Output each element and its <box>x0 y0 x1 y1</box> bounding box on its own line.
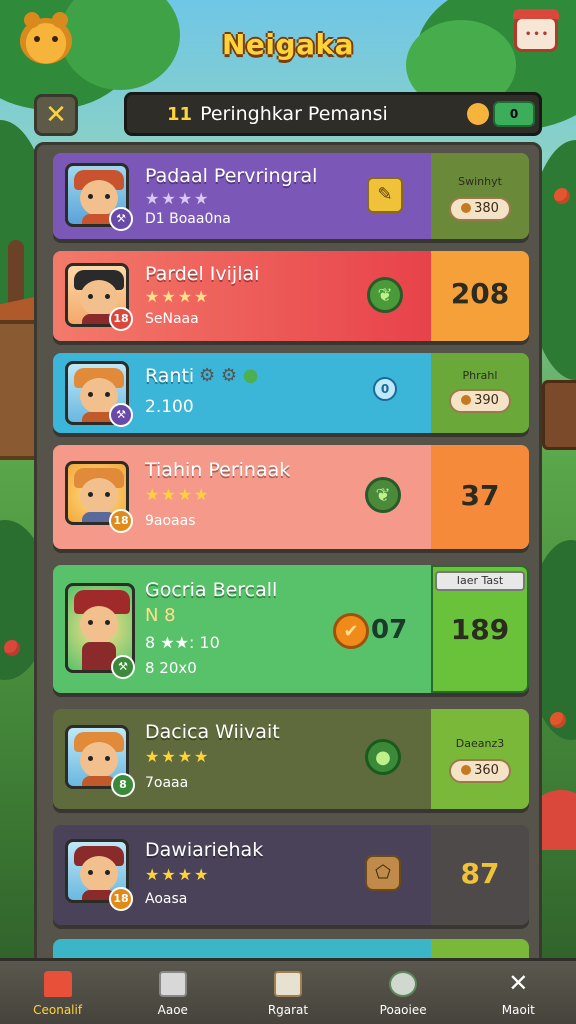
game-title: Neigaka <box>222 28 354 61</box>
player-sub: Aoasa <box>145 891 188 907</box>
score-value: 208 <box>450 277 510 310</box>
player-stars: ★★★★ <box>145 189 211 208</box>
score-value: 37 <box>460 479 500 512</box>
bottom-nav: Ceonalif Aaoe Rgarat Poaoiee ✕ Maoit <box>0 958 576 1024</box>
player-sub: 9aoaas <box>145 513 196 529</box>
coin-icon <box>461 395 472 405</box>
nav-item-clock[interactable]: Poaoiee <box>353 963 453 1023</box>
gear-icons: ⚙ ⚙ ● <box>199 365 259 386</box>
mid-value: 07 <box>371 615 408 645</box>
score-value: 380 <box>474 201 499 216</box>
player-name: Gocria Bercall <box>145 579 278 601</box>
leaf-icon[interactable]: ❦ <box>365 477 401 513</box>
home-icon <box>43 970 72 997</box>
nav-item-home[interactable]: Ceonalif <box>8 963 108 1023</box>
player-row[interactable]: 18 Tiahin Perinaak ★★★★ 9aoaas ❦ 37 <box>53 445 529 549</box>
card-icon <box>273 970 302 997</box>
tools-badge-icon: ⚒ <box>111 655 135 679</box>
score-pill: 380 <box>449 197 511 221</box>
close-icon: ✕ <box>508 968 529 997</box>
player-row[interactable]: ⚒ Padaal Pervringral ★★★★ D1 Boaa0na ✎ S… <box>53 153 529 239</box>
coin-icon <box>461 203 472 213</box>
player-row[interactable]: 8 Dacica Wiivait ★★★★ 7oaaa ● Daeanz3 36… <box>53 709 529 809</box>
level-badge: 18 <box>109 887 133 911</box>
player-row[interactable]: 18 Dawiariehak ★★★★ Aoasa ⬠ 87 <box>53 825 529 925</box>
close-button[interactable]: ✕ <box>34 94 78 136</box>
tools-badge-icon: ⚒ <box>109 207 133 231</box>
search-label: Peringhkar Pemansi <box>200 103 388 125</box>
player-name: Dacica Wiivait <box>145 721 280 743</box>
player-stars: ★★★★ <box>145 747 211 766</box>
player-name: Tiahin Perinaak <box>145 459 291 481</box>
chat-icon[interactable]: ● <box>365 739 401 775</box>
level-badge: 8 <box>111 773 135 797</box>
player-name: Ranti <box>145 365 195 387</box>
score-value: 87 <box>460 857 500 890</box>
level-badge: 18 <box>109 509 133 533</box>
nav-item-camera[interactable]: Aaoe <box>123 963 223 1023</box>
search-prefix: 11 <box>167 103 193 125</box>
info-icon[interactable]: 0 <box>373 377 397 401</box>
player-sub: D1 Boaa0na <box>145 211 231 227</box>
hammer-icon[interactable]: ✎ <box>367 177 403 213</box>
tools-badge-icon: ⚒ <box>109 403 133 427</box>
score-value: 360 <box>474 763 499 778</box>
score-label: Phrahl <box>462 369 498 382</box>
player-sub: 7oaaa <box>145 775 189 791</box>
nav-item-cards[interactable]: Rgarat <box>238 963 338 1023</box>
score-pill: 360 <box>449 759 511 783</box>
player-name: Padaal Pervringral <box>145 165 318 187</box>
player-name: Dawiariehak <box>145 839 264 861</box>
player-row[interactable]: 18 Pardel Ivijlai ★★★★ SeNaaa ❦ 208 <box>53 251 529 341</box>
clock-icon <box>389 970 418 997</box>
player-stars: ★★★★ <box>145 485 211 504</box>
leaf-icon[interactable]: ❦ <box>367 277 403 313</box>
player-sub: SeNaaa <box>145 311 199 327</box>
score-value: 390 <box>474 393 499 408</box>
leaderboard-search-bar[interactable]: 11 Peringhkar Pemansi 0 <box>124 92 542 136</box>
player-rank: N 8 <box>145 605 176 626</box>
nav-label: Rgarat <box>267 1002 309 1017</box>
player-name: Pardel Ivijlai <box>145 263 260 285</box>
player-sub: 8 20x0 <box>145 659 197 677</box>
pentagon-icon[interactable]: ⬠ <box>365 855 401 891</box>
player-stars-row: 8 ★★: 10 <box>145 633 220 652</box>
nav-label: Aaoe <box>157 1002 188 1017</box>
leaderboard-panel: ⚒ Padaal Pervringral ★★★★ D1 Boaa0na ✎ S… <box>34 142 542 982</box>
nav-item-close[interactable]: ✕ Maoit <box>468 963 568 1023</box>
nav-label: Ceonalif <box>33 1002 83 1017</box>
camera-icon <box>158 970 187 997</box>
player-row[interactable]: ⚒ Ranti ⚙ ⚙ ● 2.100 0 Phrahl 390 <box>53 353 529 433</box>
score-label: Swinhyt <box>458 175 502 188</box>
medal-icon[interactable]: ✔ <box>333 613 369 649</box>
score-value: 189 <box>450 613 510 646</box>
nav-label: Maoit <box>501 1002 535 1017</box>
mascot-small-icon <box>467 103 489 125</box>
nav-label: Poaoiee <box>379 1002 427 1017</box>
coin-icon <box>461 765 472 775</box>
score-tag: Iaer Tast <box>435 571 525 591</box>
score-label: Daeanz3 <box>455 737 505 750</box>
shop-icon[interactable]: ••• <box>513 9 559 52</box>
player-row-highlighted[interactable]: ⚒ Gocria Bercall N 8 8 ★★: 10 8 20x0 ✔ 0… <box>53 565 529 693</box>
player-stars: ★★★★ <box>145 865 211 884</box>
player-stars: ★★★★ <box>145 287 211 306</box>
player-sub: 2.100 <box>145 397 194 417</box>
score-pill: 390 <box>449 389 511 413</box>
toggle-button[interactable]: 0 <box>493 101 535 127</box>
level-badge: 18 <box>109 307 133 331</box>
